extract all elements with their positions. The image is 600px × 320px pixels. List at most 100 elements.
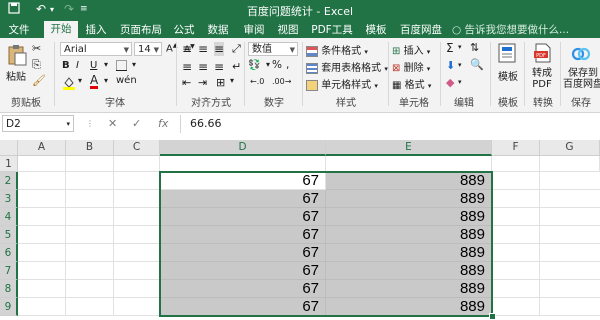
tab-home[interactable]: 开始 (44, 21, 78, 38)
convert-pdf-button[interactable]: 转成 PDF (532, 68, 552, 90)
currency-dropdown-icon[interactable]: ▾ (266, 60, 270, 69)
copy-icon[interactable]: ⎘ (32, 58, 41, 72)
column-header-c[interactable]: C (114, 140, 160, 156)
cell-d8[interactable]: 67 (160, 280, 326, 298)
align-left-icon[interactable]: ≡ (182, 60, 192, 74)
conditional-format-button[interactable]: 条件格式 ▾ (306, 42, 368, 57)
cell-e5[interactable]: 889 (326, 226, 492, 244)
currency-icon[interactable]: 💱 (248, 60, 260, 71)
fill-color-dropdown-icon[interactable]: ▾ (78, 76, 82, 85)
underline-icon[interactable]: U (90, 60, 97, 71)
autosum-dropdown-icon[interactable]: ▾ (458, 43, 462, 51)
cell-e7[interactable]: 889 (326, 262, 492, 280)
template-icon[interactable] (496, 42, 518, 64)
cell[interactable] (18, 156, 66, 172)
paste-icon[interactable] (6, 44, 28, 66)
fill-color-icon[interactable] (62, 76, 76, 93)
align-right-icon[interactable]: ≡ (214, 60, 224, 74)
delete-cells-button[interactable]: ⊠ 删除 ▾ (392, 59, 430, 74)
insert-cells-button[interactable]: ⊞ 插入 ▾ (392, 42, 430, 57)
formula-input[interactable]: 66.66 (190, 117, 222, 130)
comma-icon[interactable]: , (286, 59, 289, 71)
format-cells-button[interactable]: ▦ 格式 ▾ (392, 76, 431, 91)
fill-handle[interactable] (489, 313, 496, 320)
save-to-baidu-button[interactable]: 保存到 百度网盘 (563, 68, 600, 90)
cell-d7[interactable]: 67 (160, 262, 326, 280)
align-top-icon[interactable]: ≡ (182, 42, 192, 56)
cut-icon[interactable]: ✂ (32, 42, 41, 55)
pdf-icon[interactable]: PDF (532, 42, 554, 64)
tab-template[interactable]: 模板 (362, 22, 390, 38)
increase-indent-icon[interactable]: ⇥ (198, 76, 207, 89)
tab-page-layout[interactable]: 页面布局 (116, 22, 166, 38)
percent-icon[interactable]: % (272, 59, 282, 71)
row-header[interactable]: 4 (0, 208, 18, 226)
cell-e3[interactable]: 889 (326, 190, 492, 208)
find-select-icon[interactable]: 🔍 (470, 58, 484, 71)
empty-cells-a-c[interactable] (18, 172, 160, 316)
cell-styles-button[interactable]: 单元格样式 ▾ (306, 76, 378, 91)
autosum-icon[interactable]: Σ (446, 41, 454, 55)
tab-formulas[interactable]: 公式 (170, 22, 198, 38)
cancel-icon[interactable]: ✕ (108, 117, 117, 130)
row-header[interactable]: 8 (0, 280, 18, 298)
decrease-indent-icon[interactable]: ⇤ (182, 76, 191, 89)
cell[interactable] (66, 156, 114, 172)
column-header-f[interactable]: F (492, 140, 540, 156)
insert-function-icon[interactable]: fx (158, 117, 168, 130)
font-name-select[interactable]: Arial ▼ (60, 42, 132, 56)
select-all-corner[interactable] (0, 140, 18, 156)
align-bottom-icon[interactable]: ≡ (214, 42, 225, 56)
clear-icon[interactable]: ◆ (446, 76, 454, 89)
sort-filter-icon[interactable]: ⇅ (470, 41, 479, 54)
row-header[interactable]: 1 (0, 156, 18, 172)
column-header-g[interactable]: G (540, 140, 600, 156)
tab-view[interactable]: 视图 (274, 22, 302, 38)
column-header-b[interactable]: B (66, 140, 114, 156)
phonetic-icon[interactable]: wén (116, 75, 137, 86)
tab-review[interactable]: 审阅 (240, 22, 268, 38)
baidu-netdisk-icon[interactable] (570, 42, 592, 64)
underline-dropdown-icon[interactable]: ▾ (104, 60, 108, 69)
cell-d6[interactable]: 67 (160, 244, 326, 262)
worksheet-grid[interactable]: A B C D E F G 1 2 3 4 5 6 7 8 9 67 889 6… (0, 135, 600, 320)
cell-e6[interactable]: 889 (326, 244, 492, 262)
cell[interactable] (326, 156, 492, 172)
font-size-select[interactable]: 14 ▼ (134, 42, 162, 56)
tab-file[interactable]: 文件 (4, 22, 34, 38)
font-color-icon[interactable]: A (90, 74, 99, 89)
cell-d5[interactable]: 67 (160, 226, 326, 244)
cell-e2[interactable]: 889 (326, 172, 492, 190)
cell-e4[interactable]: 889 (326, 208, 492, 226)
font-color-dropdown-icon[interactable]: ▾ (104, 76, 108, 85)
tab-pdf-tools[interactable]: PDF工具 (310, 22, 354, 38)
cell-d4[interactable]: 67 (160, 208, 326, 226)
cell[interactable] (114, 156, 160, 172)
cell-e8[interactable]: 889 (326, 280, 492, 298)
fill-icon[interactable]: ⬇ (446, 59, 455, 72)
wrap-text-icon[interactable]: ↵ (232, 60, 241, 73)
cell-e9[interactable]: 889 (326, 298, 492, 316)
format-as-table-button[interactable]: 套用表格格式 ▾ (306, 59, 388, 74)
italic-icon[interactable]: I (76, 60, 79, 71)
template-button[interactable]: 模板 (498, 68, 518, 83)
cell[interactable] (160, 156, 326, 172)
row-header[interactable]: 6 (0, 244, 18, 262)
align-center-icon[interactable]: ≡ (198, 60, 208, 74)
cell-d2[interactable]: 67 (160, 172, 326, 190)
paste-button[interactable]: 粘贴 (6, 68, 26, 83)
cell-d3[interactable]: 67 (160, 190, 326, 208)
fill-dropdown-icon[interactable]: ▾ (458, 61, 462, 69)
row-header[interactable]: 5 (0, 226, 18, 244)
column-header-a[interactable]: A (18, 140, 66, 156)
enter-icon[interactable]: ✓ (132, 117, 141, 130)
empty-cells-f-g[interactable] (492, 172, 600, 316)
tell-me-search[interactable]: ○ 告诉我您想要做什么... (452, 22, 569, 37)
row-header[interactable]: 3 (0, 190, 18, 208)
number-format-select[interactable]: 数值 ▼ (248, 42, 298, 56)
row-header[interactable]: 9 (0, 298, 18, 316)
orientation-icon[interactable]: ⤢ (232, 42, 241, 56)
column-header-d[interactable]: D (160, 140, 326, 156)
tab-insert[interactable]: 插入 (82, 22, 110, 38)
merge-center-icon[interactable]: ⊞ (216, 76, 225, 89)
